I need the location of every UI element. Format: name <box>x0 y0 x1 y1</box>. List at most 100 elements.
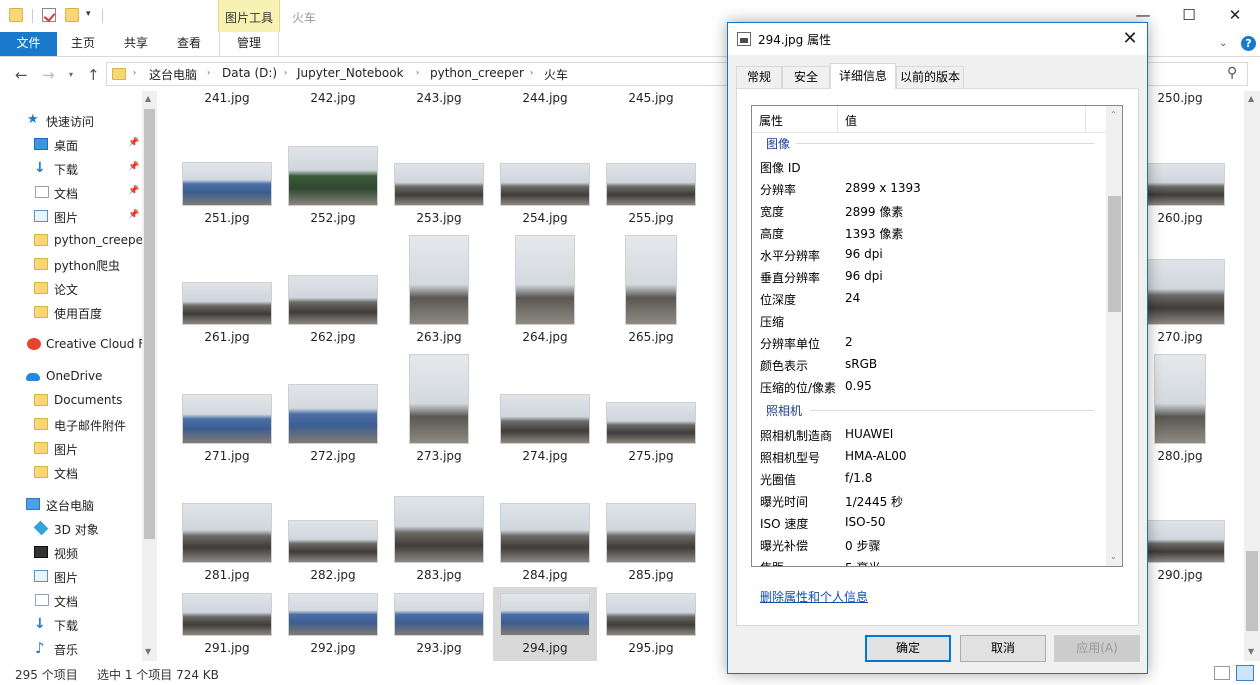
property-row[interactable]: 垂直分辨率 96 dpi <box>752 265 1106 287</box>
content-scrollbar[interactable]: ▲ ▼ <box>1244 91 1260 661</box>
tab-previous-versions[interactable]: 以前的版本 <box>896 66 964 88</box>
large-icons-view-icon[interactable] <box>1236 665 1254 681</box>
breadcrumb-jupyter-notebook[interactable]: Jupyter_Notebook <box>297 66 404 80</box>
scroll-up-arrow-icon[interactable]: ▲ <box>1248 94 1254 103</box>
property-row[interactable]: 曝光时间 1/2445 秒 <box>752 489 1106 511</box>
property-list[interactable]: 属性 值 图像 图像 ID 分辨率 2899 x 1393 宽度 2899 像素 高… <box>751 105 1123 567</box>
tab-general[interactable]: 常规 <box>736 66 782 88</box>
tab-details[interactable]: 详细信息 <box>830 63 896 89</box>
sidebar-item-onedrive[interactable]: OneDrive <box>0 365 142 387</box>
breadcrumb-chevron-icon[interactable]: › <box>207 68 210 77</box>
file-thumbnail[interactable]: 283.jpg <box>387 493 491 582</box>
property-row[interactable]: 曝光补偿 0 步骤 <box>752 533 1106 555</box>
tab-share[interactable]: 共享 <box>109 32 163 56</box>
sidebar-item-onedrive-pictures[interactable]: 图片 <box>0 437 142 459</box>
file-thumbnail[interactable]: 252.jpg <box>281 136 385 225</box>
sidebar-item-onedrive-docs[interactable]: 文档 <box>0 461 142 483</box>
sidebar-item-music[interactable]: ♪ 音乐 <box>0 637 142 659</box>
scroll-up-arrow-icon[interactable]: ▲ <box>145 94 151 103</box>
sidebar-item-papers[interactable]: 论文 <box>0 277 142 299</box>
cancel-button[interactable]: 取消 <box>960 635 1046 662</box>
tab-home[interactable]: 主页 <box>57 32 109 56</box>
column-header-property[interactable]: 属性 <box>759 112 783 129</box>
sidebar-item-quick-access[interactable]: ★ 快速访问 <box>0 109 142 131</box>
sidebar-item-desktop[interactable]: 桌面 📌 <box>0 133 142 155</box>
property-row[interactable]: 图像 ID <box>752 155 1106 177</box>
scroll-down-arrow-icon[interactable]: ▼ <box>1248 647 1254 656</box>
tab-view[interactable]: 查看 <box>163 32 215 56</box>
file-thumbnail[interactable]: 264.jpg <box>493 235 597 344</box>
tab-file[interactable]: 文件 <box>0 32 57 56</box>
properties-checkmark-icon[interactable] <box>42 8 56 22</box>
scrollbar-thumb[interactable] <box>1108 196 1121 312</box>
apply-button[interactable]: 应用(A) <box>1054 635 1140 662</box>
property-row[interactable]: 光圈值 f/1.8 <box>752 467 1106 489</box>
property-row[interactable]: 焦距 5 毫米 <box>752 555 1106 566</box>
file-thumbnail[interactable]: 292.jpg <box>281 587 385 661</box>
file-thumbnail[interactable]: 273.jpg <box>387 354 491 463</box>
property-row[interactable]: 位深度 24 <box>752 287 1106 309</box>
new-folder-icon[interactable] <box>65 8 79 22</box>
quick-access-toolbar-dropdown[interactable]: ▾ <box>86 9 91 19</box>
remove-properties-link[interactable]: 删除属性和个人信息 <box>760 588 868 605</box>
pin-icon[interactable]: 📌 <box>128 138 139 148</box>
breadcrumb-python-creeper[interactable]: python_creeper <box>430 66 524 80</box>
scrollbar-thumb[interactable] <box>144 109 155 539</box>
file-thumbnail[interactable]: 293.jpg <box>387 587 491 661</box>
breadcrumb-this-pc[interactable]: 这台电脑 <box>149 66 197 83</box>
property-list-scrollbar[interactable]: ⌃ ⌄ <box>1106 106 1122 566</box>
file-thumbnail[interactable]: 272.jpg <box>281 374 385 463</box>
help-icon[interactable]: ? <box>1241 36 1256 51</box>
sidebar-item-pc-pictures[interactable]: 图片 <box>0 565 142 587</box>
file-thumbnail[interactable]: 281.jpg <box>175 493 279 582</box>
column-header-value[interactable]: 值 <box>845 112 857 129</box>
property-row[interactable]: ISO 速度 ISO-50 <box>752 511 1106 533</box>
file-thumbnail[interactable]: 254.jpg <box>493 136 597 225</box>
file-thumbnail[interactable]: 282.jpg <box>281 493 385 582</box>
sidebar-item-pc-documents[interactable]: 文档 <box>0 589 142 611</box>
scroll-down-arrow-icon[interactable]: ▼ <box>145 647 151 656</box>
close-button[interactable]: ✕ <box>1212 0 1258 32</box>
expand-ribbon-chevron-icon[interactable]: ⌄ <box>1219 38 1227 49</box>
file-thumbnail[interactable]: 255.jpg <box>599 136 703 225</box>
sidebar-item-email-attachments[interactable]: 电子邮件附件 <box>0 413 142 435</box>
file-thumbnail[interactable]: 262.jpg <box>281 255 385 344</box>
file-thumbnail[interactable]: 253.jpg <box>387 136 491 225</box>
column-divider[interactable] <box>837 106 838 132</box>
property-row[interactable]: 颜色表示 sRGB <box>752 353 1106 375</box>
breadcrumb-chevron-icon[interactable]: › <box>530 68 533 77</box>
sidebar-item-this-pc[interactable]: 这台电脑 <box>0 493 142 515</box>
file-thumbnail-selected[interactable]: 294.jpg <box>493 587 597 661</box>
scrollbar-thumb[interactable] <box>1246 551 1258 631</box>
sidebar-item-downloads[interactable]: ↓ 下载 📌 <box>0 157 142 179</box>
file-thumbnail[interactable]: 244.jpg <box>493 91 597 135</box>
pin-icon[interactable]: 📌 <box>128 210 139 220</box>
ok-button[interactable]: 确定 <box>865 635 951 662</box>
recent-locations-chevron-icon[interactable]: ▾ <box>69 70 73 79</box>
sidebar-item-documents[interactable]: 文档 📌 <box>0 181 142 203</box>
sidebar-item-pictures[interactable]: 图片 📌 <box>0 205 142 227</box>
dialog-close-button[interactable]: ✕ <box>1116 26 1144 52</box>
sidebar-item-pc-downloads[interactable]: ↓ 下载 <box>0 613 142 635</box>
scroll-down-arrow-icon[interactable]: ⌄ <box>1110 552 1117 561</box>
property-row[interactable]: 分辨率 2899 x 1393 <box>752 177 1106 199</box>
pin-icon[interactable]: 📌 <box>128 162 139 172</box>
tab-manage[interactable]: 管理 <box>219 32 279 56</box>
property-row[interactable]: 高度 1393 像素 <box>752 221 1106 243</box>
property-row[interactable]: 压缩的位/像素 0.95 <box>752 375 1106 397</box>
sidebar-item-creative-cloud[interactable]: Creative Cloud F <box>0 333 142 355</box>
breadcrumb-data-drive[interactable]: Data (D:) <box>222 66 277 80</box>
pin-icon[interactable]: 📌 <box>128 186 139 196</box>
navigation-pane-scrollbar[interactable]: ▲ ▼ <box>142 91 157 661</box>
property-row[interactable]: 分辨率单位 2 <box>752 331 1106 353</box>
file-thumbnail[interactable]: 274.jpg <box>493 374 597 463</box>
breadcrumb-chevron-icon[interactable]: › <box>416 68 419 77</box>
file-thumbnail[interactable]: 263.jpg <box>387 235 491 344</box>
file-thumbnail[interactable]: 275.jpg <box>599 374 703 463</box>
sidebar-item-use-baidu[interactable]: 使用百度 <box>0 301 142 323</box>
file-thumbnail[interactable]: 242.jpg <box>281 91 385 135</box>
breadcrumb-chevron-icon[interactable]: › <box>133 68 136 77</box>
file-thumbnail[interactable]: 243.jpg <box>387 91 491 135</box>
property-row[interactable]: 照相机型号 HMA-AL00 <box>752 445 1106 467</box>
file-thumbnail[interactable]: 284.jpg <box>493 493 597 582</box>
